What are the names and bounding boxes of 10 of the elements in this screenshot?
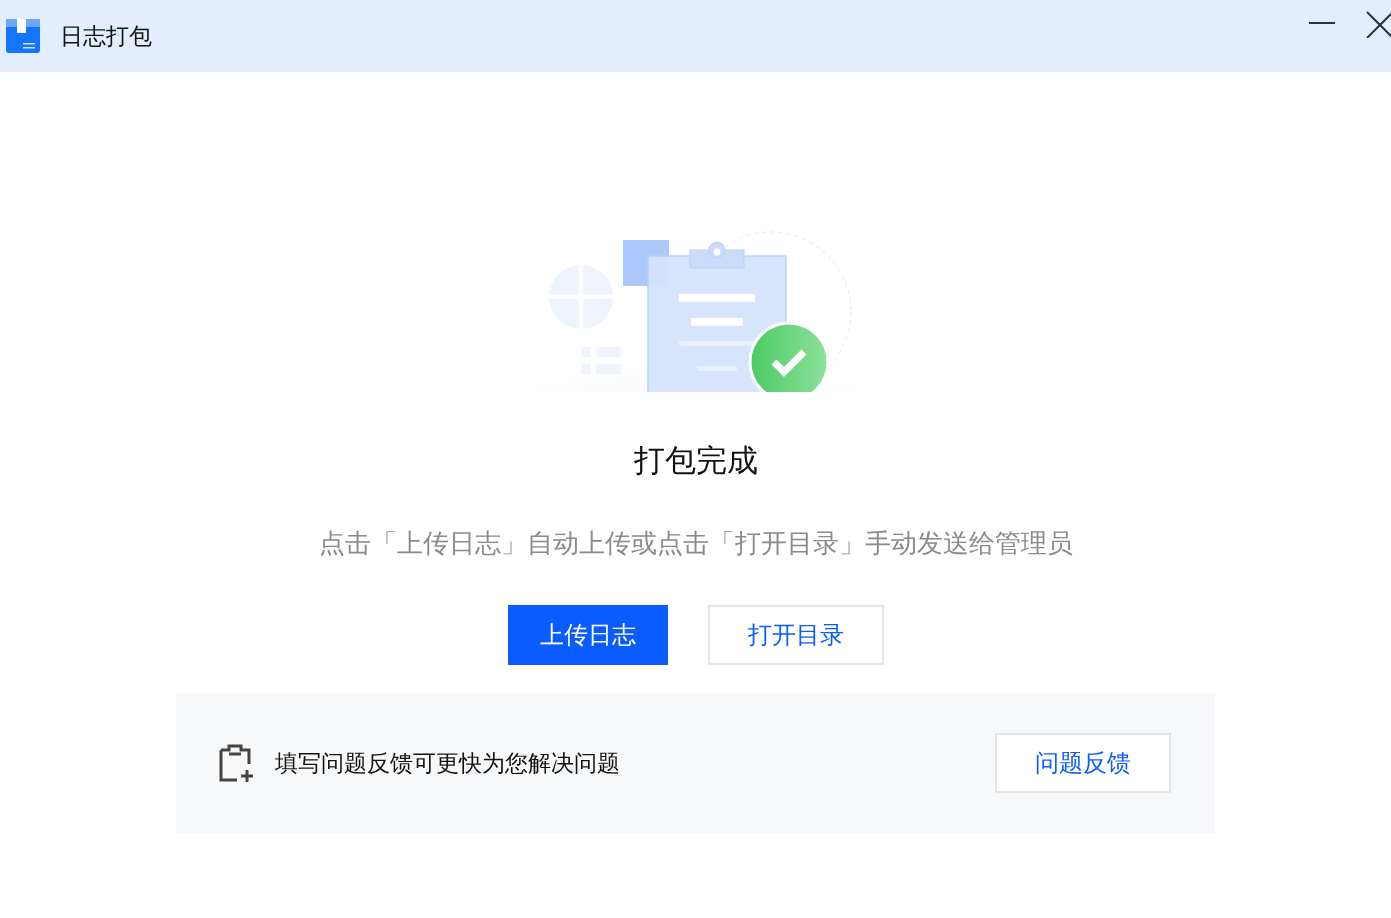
window-title: 日志打包 <box>60 21 152 51</box>
open-folder-button[interactable]: 打开目录 <box>707 605 884 665</box>
app-logo-icon <box>6 19 40 53</box>
status-heading: 打包完成 <box>633 441 758 480</box>
clipboard-plus-icon <box>219 744 255 782</box>
close-button[interactable] <box>1365 9 1391 39</box>
feedback-hint: 填写问题反馈可更快为您解决问题 <box>275 748 620 778</box>
upload-button[interactable]: 上传日志 <box>507 605 668 665</box>
feedback-button[interactable]: 问题反馈 <box>995 733 1171 793</box>
status-message: 点击「上传日志」自动上传或点击「打开目录」手动发送给管理员 <box>318 527 1073 560</box>
